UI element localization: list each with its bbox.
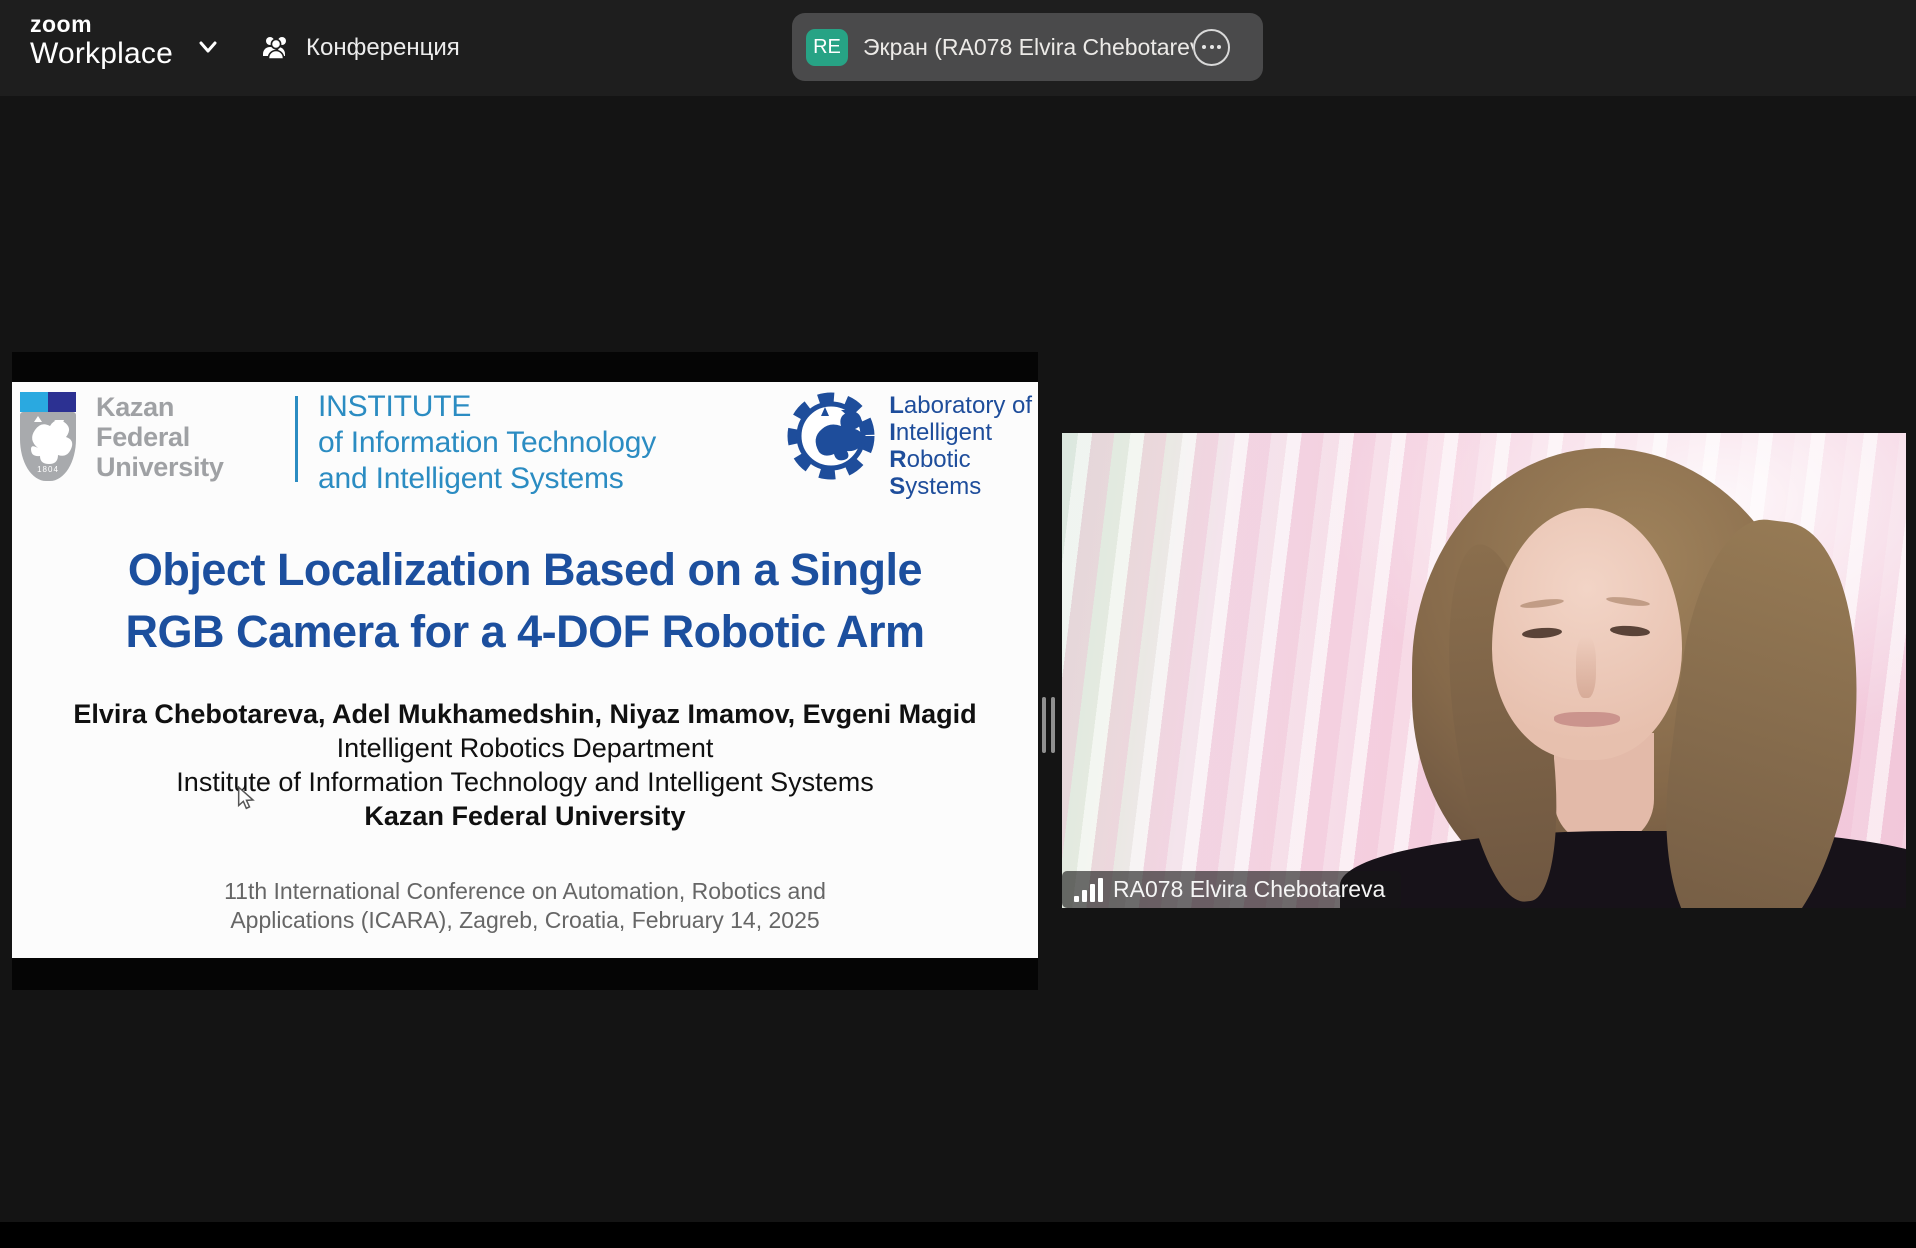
conference-label: Конференция: [306, 34, 460, 62]
mouse-cursor: [237, 786, 257, 810]
workspace-dropdown-button[interactable]: [194, 34, 222, 62]
bottom-black-strip: [0, 1222, 1916, 1248]
tab-more-button[interactable]: [1193, 29, 1230, 66]
zoom-wordmark: zoom: [30, 13, 173, 36]
ellipsis-icon: [1202, 45, 1206, 49]
kfu-year: 1804: [20, 465, 76, 474]
slide-header-row: 1804 Kazan Federal University INSTITUTE …: [12, 382, 1038, 507]
panel-resize-handle[interactable]: [1042, 697, 1055, 753]
slide-authors-block: Elvira Chebotareva, Adel Mukhamedshin, N…: [12, 697, 1038, 833]
conference-info: 11th International Conference on Automat…: [12, 877, 1038, 935]
lirs-name: Laboratory of Intelligent Robotic System…: [889, 392, 1032, 500]
presentation-slide: 1804 Kazan Federal University INSTITUTE …: [12, 382, 1038, 958]
chevron-down-icon: [195, 34, 221, 60]
institute-wordmark: INSTITUTE of Information Technology and …: [318, 389, 656, 497]
workplace-wordmark: Workplace: [30, 39, 173, 69]
zoom-header: zoom Workplace Конференция RE Экран (RA0…: [0, 0, 1916, 96]
signal-strength-icon: [1074, 878, 1103, 902]
slide-institute: Institute of Information Technology and …: [12, 765, 1038, 799]
kfu-logo: 1804 Kazan Federal University: [20, 392, 224, 482]
share-tab-label: Экран (RA078 Elvira Chebotarev: [863, 34, 1193, 61]
screen-share-tab[interactable]: RE Экран (RA078 Elvira Chebotarev: [792, 13, 1263, 81]
slide-university: Kazan Federal University: [12, 799, 1038, 833]
zoom-workplace-logo: zoom Workplace: [30, 13, 173, 69]
shared-screen-view[interactable]: 1804 Kazan Federal University INSTITUTE …: [12, 352, 1038, 990]
kfu-emblem-icon: 1804: [20, 392, 76, 482]
slide-title: Object Localization Based on a Single RG…: [12, 539, 1038, 663]
lirs-gear-icon: [785, 386, 877, 486]
conference-nav-item[interactable]: Конференция: [260, 26, 460, 70]
participant-name-tag: RA078 Elvira Chebotareva: [1062, 871, 1401, 908]
kfu-shield-icon: 1804: [20, 412, 76, 481]
slide-department: Intelligent Robotics Department: [12, 731, 1038, 765]
participant-initials-badge: RE: [806, 29, 848, 66]
participant-video-tile[interactable]: RA078 Elvira Chebotareva: [1062, 433, 1906, 908]
kfu-name: Kazan Federal University: [96, 392, 224, 482]
participants-icon: [260, 32, 292, 64]
participant-name: RA078 Elvira Chebotareva: [1113, 876, 1385, 903]
logo-divider: [295, 396, 298, 482]
slide-authors: Elvira Chebotareva, Adel Mukhamedshin, N…: [12, 697, 1038, 731]
lirs-logo: Laboratory of Intelligent Robotic System…: [785, 386, 1032, 500]
